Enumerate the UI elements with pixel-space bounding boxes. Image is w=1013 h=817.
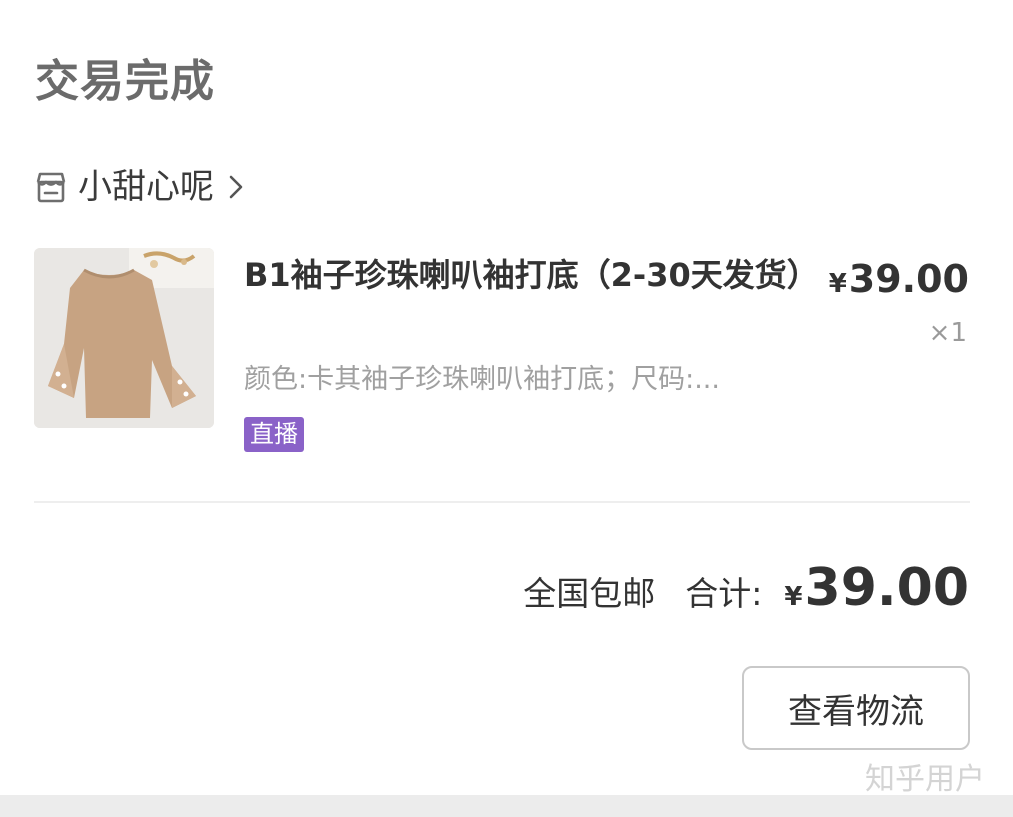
chevron-right-icon bbox=[228, 174, 244, 200]
product-spec: 颜色:卡其袖子珍珠喇叭袖打底；尺码:... bbox=[244, 364, 720, 395]
view-logistics-button[interactable]: 查看物流 bbox=[742, 666, 970, 750]
total-amount: 39.00 bbox=[804, 558, 969, 618]
watermark: 知乎用户 bbox=[865, 762, 985, 797]
live-badge: 直播 bbox=[244, 417, 304, 452]
bottom-background bbox=[0, 795, 1013, 817]
total-currency: ¥ bbox=[784, 582, 803, 612]
product-title[interactable]: B1袖子珍珠喇叭袖打底（2-30天发货） bbox=[244, 252, 819, 298]
divider bbox=[34, 501, 970, 503]
price-value: 39.00 bbox=[848, 257, 969, 301]
shop-name: 小甜心呢 bbox=[78, 167, 214, 207]
order-summary: 全国包邮 合计: ¥ 39.00 bbox=[523, 558, 969, 618]
total-label: 合计: bbox=[685, 574, 763, 613]
product-price: ¥39.00 bbox=[829, 256, 969, 307]
store-icon bbox=[34, 170, 68, 204]
price-currency: ¥ bbox=[828, 269, 847, 299]
shipping-note: 全国包邮 bbox=[523, 574, 656, 613]
product-quantity: ×1 bbox=[928, 318, 967, 348]
order-card: 交易完成 小甜心呢 B1袖子珍珠喇叭袖打底（2-30天发货） 颜色:卡其袖子珍珠… bbox=[0, 0, 1013, 797]
order-status-title: 交易完成 bbox=[35, 56, 215, 107]
product-thumbnail[interactable] bbox=[34, 248, 214, 428]
shop-link[interactable]: 小甜心呢 bbox=[34, 166, 244, 208]
